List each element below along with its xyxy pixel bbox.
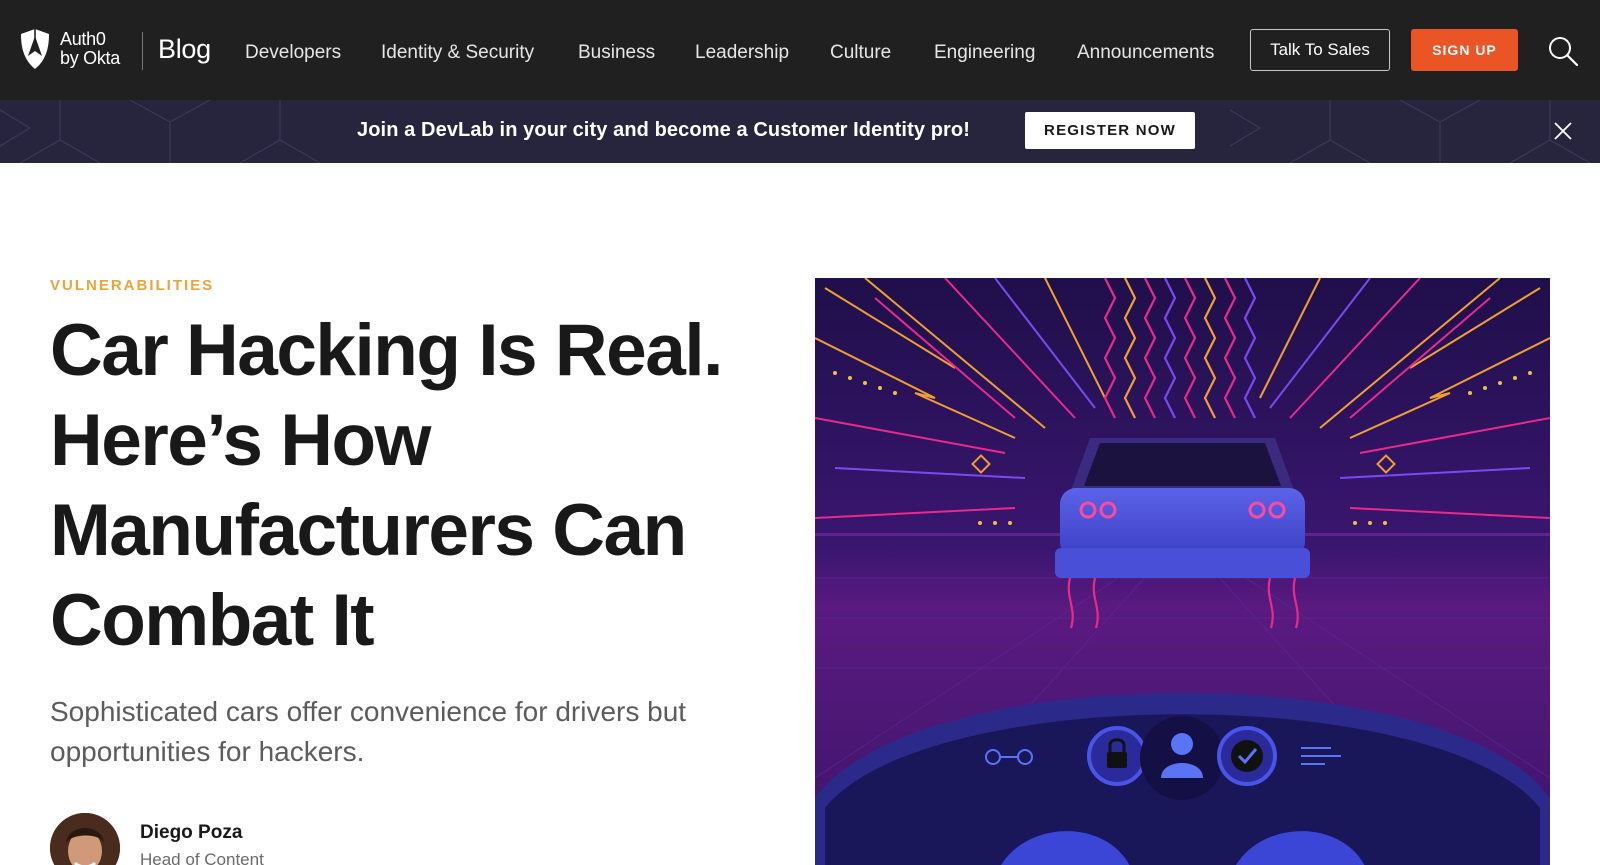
article-subtitle: Sophisticated cars offer convenience for… (50, 696, 687, 767)
article-title: Car Hacking Is Real. Here’s How Manufact… (50, 310, 723, 661)
nav-link-culture[interactable]: Culture (830, 42, 891, 64)
top-navigation: Auth0 by Okta Blog Developers Identity &… (0, 0, 1600, 100)
banner-text: Join a DevLab in your city and become a … (357, 119, 970, 141)
logo-line-2: by Okta (60, 48, 120, 68)
blog-label[interactable]: Blog (158, 34, 211, 65)
search-icon[interactable] (1546, 34, 1580, 68)
logo-divider (142, 32, 143, 70)
register-now-button[interactable]: REGISTER NOW (1025, 112, 1195, 149)
logo-line-1: Auth0 (60, 29, 106, 49)
author-photo (50, 813, 120, 865)
author-name[interactable]: Diego Poza (140, 822, 242, 844)
nav-link-leadership[interactable]: Leadership (695, 42, 789, 64)
nav-link-business[interactable]: Business (578, 42, 655, 64)
author-role: Head of Content (140, 850, 264, 865)
article-category[interactable]: VULNERABILITIES (50, 277, 214, 294)
nav-link-identity-security[interactable]: Identity & Security (381, 42, 534, 64)
nav-link-engineering[interactable]: Engineering (934, 42, 1035, 64)
auth0-logo[interactable]: Auth0 by Okta (18, 28, 120, 70)
promo-banner: Join a DevLab in your city and become a … (0, 100, 1600, 163)
author-avatar[interactable] (50, 813, 120, 865)
nav-link-developers[interactable]: Developers (245, 42, 341, 64)
logo-text: Auth0 by Okta (60, 30, 120, 68)
talk-to-sales-button[interactable]: Talk To Sales (1250, 29, 1390, 71)
nav-link-announcements[interactable]: Announcements (1077, 42, 1214, 64)
sign-up-button[interactable]: SIGN UP (1411, 29, 1518, 71)
close-icon[interactable] (1552, 120, 1574, 142)
shield-logo-icon (21, 29, 49, 69)
car-dashboard-illustration (815, 278, 1550, 865)
hero-illustration (815, 278, 1550, 865)
